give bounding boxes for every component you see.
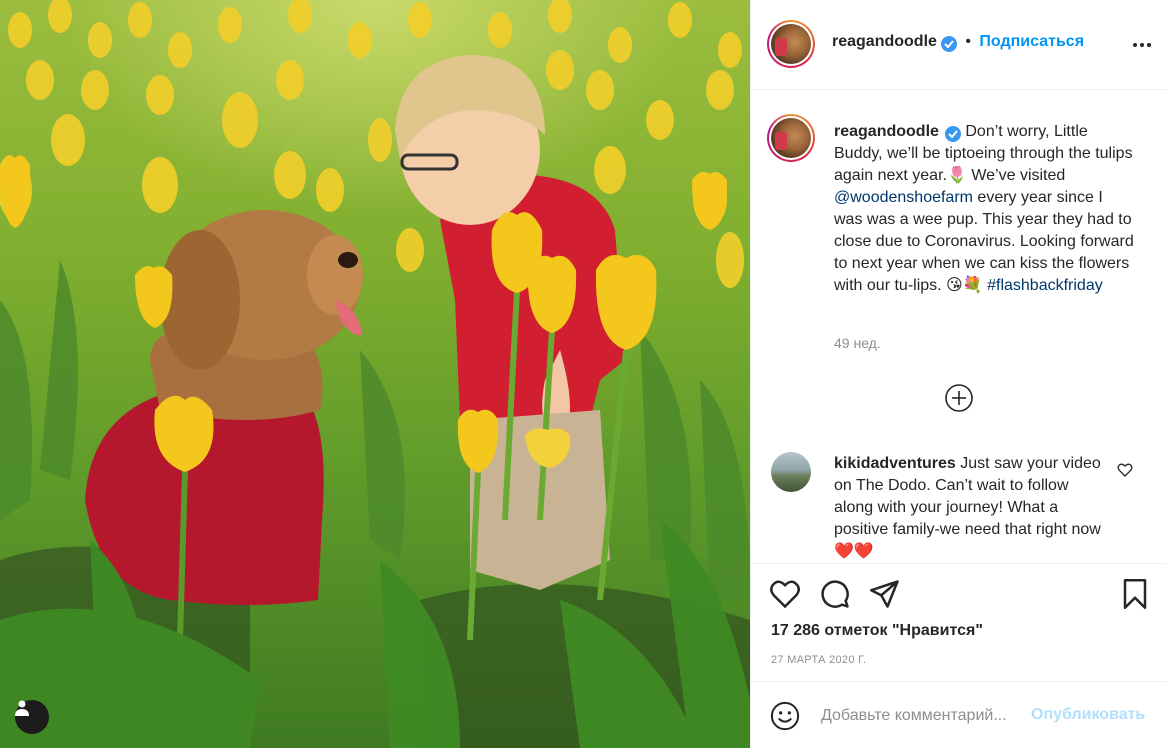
header-line: reagandoodle • Подписаться [832, 33, 1084, 52]
author-avatar[interactable] [767, 20, 815, 68]
caption-mention[interactable]: @woodenshoefarm [834, 189, 973, 206]
bookmark-icon [1123, 579, 1147, 609]
caption-text: reagandoodle Don’t worry, Little Buddy, … [834, 121, 1134, 297]
person-icon [15, 700, 29, 716]
commenter-username[interactable]: kikidadventures [834, 455, 956, 472]
caption-username[interactable]: reagandoodle [834, 123, 939, 140]
comment-button[interactable] [819, 578, 851, 610]
post-photo[interactable] [0, 0, 750, 748]
comment-text: kikidadventures Just saw your video on T… [834, 453, 1109, 563]
comment-input[interactable] [821, 704, 1031, 728]
author-username[interactable]: reagandoodle [832, 33, 937, 50]
post-actions: 17 286 отметок "Нравится" 27 МАРТА 2020 … [751, 563, 1166, 680]
post-header: reagandoodle • Подписаться [751, 0, 1166, 90]
heart-icon [770, 580, 800, 608]
tagged-users-button[interactable] [15, 700, 49, 734]
commenter-avatar[interactable] [771, 452, 811, 492]
plus-circle-icon[interactable] [944, 383, 974, 413]
follow-button[interactable]: Подписаться [979, 33, 1084, 50]
verified-badge-icon [940, 36, 957, 52]
caption-hashtag[interactable]: #flashbackfriday [987, 277, 1103, 294]
add-comment-bar: Опубликовать [751, 681, 1166, 748]
post-date[interactable]: 27 МАРТА 2020 Г. [771, 654, 866, 666]
verified-badge-icon [944, 126, 961, 142]
save-button[interactable] [1119, 578, 1151, 610]
heart-outline-icon[interactable] [1117, 462, 1133, 478]
photo-illustration [0, 0, 750, 748]
more-options-icon[interactable] [1127, 30, 1157, 60]
publish-button[interactable]: Опубликовать [1031, 706, 1145, 724]
emoji-icon [770, 701, 800, 731]
share-icon [870, 580, 899, 608]
likes-count[interactable]: 17 286 отметок "Нравится" [771, 622, 983, 640]
emoji-button[interactable] [769, 700, 801, 732]
caption-timestamp[interactable]: 49 нед. [834, 335, 881, 351]
share-button[interactable] [869, 578, 901, 610]
comment-icon [821, 580, 849, 608]
like-button[interactable] [769, 578, 801, 610]
separator-dot: • [965, 33, 971, 50]
caption-author-avatar[interactable] [767, 114, 815, 162]
post-side-panel: reagandoodle • Подписаться reagandoodle … [750, 0, 1166, 748]
